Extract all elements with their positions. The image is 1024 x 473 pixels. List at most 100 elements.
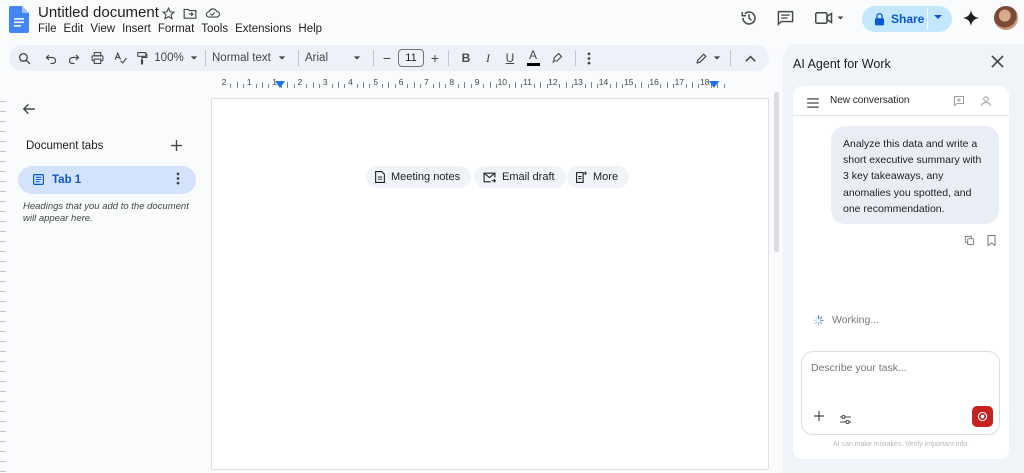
menu-extensions[interactable]: Extensions — [235, 23, 297, 35]
ruler-tick — [565, 82, 567, 88]
paint-format-icon[interactable] — [131, 47, 153, 69]
ruler-tick — [445, 84, 447, 88]
ruler-tick — [489, 82, 491, 88]
menu-tools[interactable]: Tools — [201, 23, 234, 35]
ruler-tick — [559, 84, 561, 88]
lock-icon — [874, 12, 885, 26]
print-icon[interactable] — [85, 47, 109, 69]
formatting-toolbar: 100% Normal text Arial − 11 + B I U A — [9, 45, 769, 71]
document-page[interactable]: Meeting notes Email draft More — [211, 98, 769, 470]
right-indent-marker-icon[interactable] — [709, 81, 719, 89]
meeting-notes-chip[interactable]: Meeting notes — [366, 166, 472, 188]
close-icon[interactable] — [991, 55, 1004, 73]
document-scrollbar[interactable] — [772, 92, 780, 472]
redo-icon[interactable] — [63, 47, 85, 69]
stop-send-button[interactable] — [972, 406, 993, 427]
tab-label: Tab 1 — [52, 174, 82, 186]
menu-format[interactable]: Format — [158, 23, 200, 35]
share-button[interactable]: Share — [862, 6, 952, 32]
bookmark-icon[interactable] — [987, 233, 996, 251]
style-dropdown-icon — [278, 56, 286, 60]
ruler-tick — [464, 82, 466, 88]
tab-item-tab-1[interactable]: Tab 1 — [18, 166, 196, 194]
toolbar-divider — [298, 50, 299, 66]
settings-tune-icon[interactable] — [840, 411, 851, 429]
ruler-label: 10 — [497, 77, 508, 87]
left-indent-marker-icon[interactable] — [275, 81, 285, 89]
ruler-label: 2 — [297, 77, 303, 87]
avatar[interactable] — [994, 6, 1018, 30]
ruler-tick — [331, 84, 333, 88]
version-history-icon[interactable] — [740, 9, 758, 32]
hamburger-menu-icon[interactable] — [807, 95, 819, 113]
star-icon[interactable] — [160, 5, 176, 21]
scrollbar-thumb[interactable] — [774, 92, 779, 252]
highlight-color-icon[interactable] — [545, 47, 569, 69]
ruler-tick — [261, 82, 263, 88]
menu-view[interactable]: View — [90, 23, 121, 35]
move-folder-icon[interactable] — [182, 5, 198, 21]
spellcheck-icon[interactable] — [109, 47, 131, 69]
italic-button[interactable]: I — [477, 47, 499, 69]
add-attachment-icon[interactable] — [814, 408, 824, 424]
paragraph-style-select[interactable]: Normal text — [212, 47, 292, 69]
text-color-button[interactable]: A — [521, 47, 545, 69]
share-divider — [927, 8, 928, 30]
ruler-tick — [641, 82, 643, 88]
ruler-label: 3 — [322, 77, 328, 87]
task-input[interactable]: Describe your task... — [801, 351, 1000, 435]
copy-icon[interactable] — [964, 233, 975, 251]
share-dropdown-icon[interactable] — [933, 11, 943, 25]
gemini-sparkle-icon[interactable] — [962, 9, 980, 32]
ruler-label: 13 — [573, 77, 583, 87]
add-tab-button[interactable] — [171, 138, 182, 156]
meet-video-icon[interactable] — [815, 11, 845, 30]
more-options-icon[interactable] — [582, 47, 596, 69]
ruler-tick — [407, 84, 409, 88]
ruler-tick — [388, 82, 390, 88]
ruler-tick — [420, 84, 422, 88]
menu-help[interactable]: Help — [298, 23, 328, 35]
ruler-tick — [382, 84, 384, 88]
ruler-tick — [723, 84, 725, 88]
ruler-tick — [293, 84, 295, 88]
ruler-tick — [318, 84, 320, 88]
editing-mode-icon[interactable] — [692, 47, 724, 69]
horizontal-ruler[interactable]: 2 1 1 2 3 4 5 6 7 8 9 10 11 12 13 14 15 16 17 18 — [210, 74, 770, 90]
docs-logo-icon[interactable] — [9, 6, 29, 33]
account-icon[interactable] — [980, 94, 992, 112]
plus-icon — [171, 140, 182, 151]
ruler-label: 4 — [348, 77, 353, 87]
menu-edit[interactable]: Edit — [64, 23, 90, 35]
menu-file[interactable]: File — [38, 23, 63, 35]
zoom-select[interactable]: 100% — [153, 47, 199, 69]
search-menus-icon[interactable] — [9, 47, 39, 69]
cloud-saved-icon[interactable] — [204, 5, 220, 21]
font-size-field[interactable]: 11 — [394, 47, 428, 69]
ai-conversation-area: New conversation Analyze this data and w… — [793, 86, 1009, 459]
vertical-ruler — [0, 92, 6, 472]
hide-menus-icon[interactable] — [737, 47, 763, 69]
zoom-dropdown-icon — [190, 56, 197, 60]
ruler-tick — [521, 84, 523, 88]
zoom-value: 100% — [154, 52, 184, 64]
ruler-tick — [242, 84, 244, 88]
tab-more-options-icon[interactable] — [176, 172, 180, 190]
email-draft-chip[interactable]: Email draft — [474, 166, 566, 188]
conversation-header: New conversation — [793, 86, 1009, 116]
underline-button[interactable]: U — [499, 47, 521, 69]
new-chat-icon[interactable] — [953, 94, 965, 112]
ruler-tick — [635, 84, 637, 88]
bold-button[interactable]: B — [455, 47, 477, 69]
increase-font-size-button[interactable]: + — [428, 47, 442, 69]
menu-insert[interactable]: Insert — [122, 23, 157, 35]
font-family-select[interactable]: Arial — [305, 47, 367, 69]
ruler-label: 8 — [449, 77, 455, 87]
more-templates-chip[interactable]: More — [567, 166, 630, 188]
decrease-font-size-button[interactable]: − — [380, 47, 394, 69]
undo-icon[interactable] — [39, 47, 63, 69]
comments-icon[interactable] — [777, 10, 794, 31]
back-arrow-icon[interactable] — [22, 102, 36, 121]
ruler-tick — [439, 82, 441, 88]
document-title[interactable]: Untitled document — [38, 4, 159, 21]
